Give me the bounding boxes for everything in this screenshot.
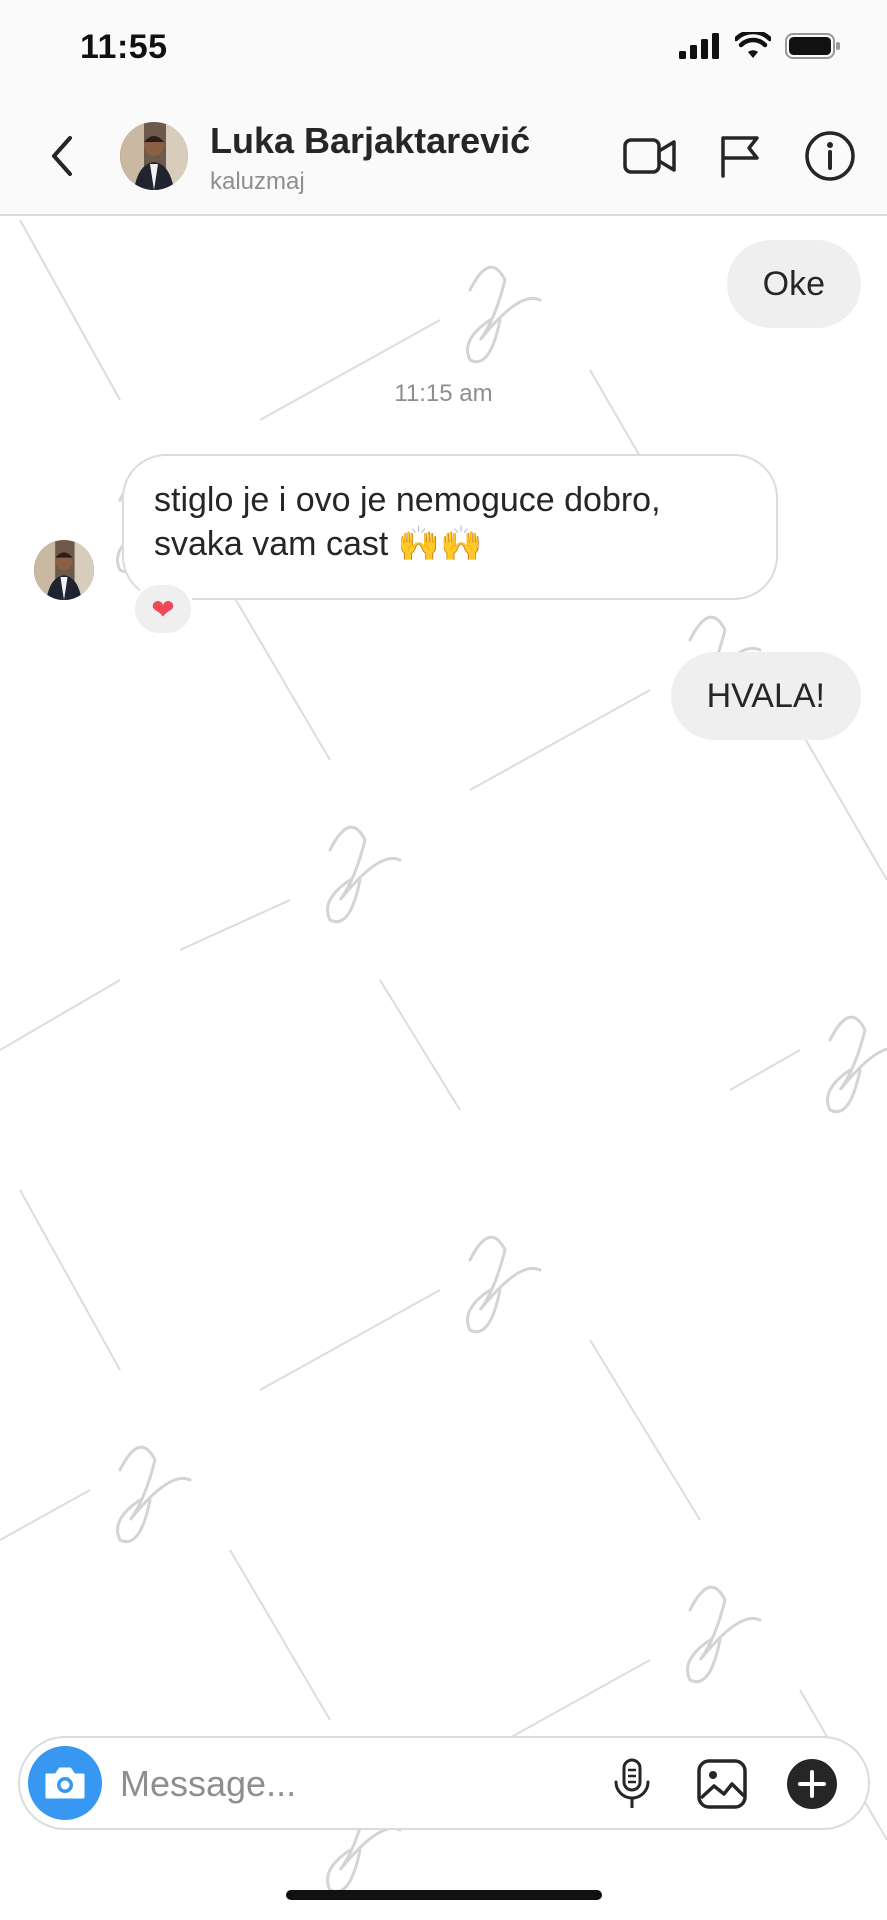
more-options-button[interactable]: [784, 1756, 840, 1812]
video-call-button[interactable]: [623, 128, 677, 184]
signal-icon: [679, 33, 719, 59]
back-button[interactable]: [40, 130, 84, 182]
avatar[interactable]: [120, 122, 188, 190]
microphone-icon: [614, 1758, 650, 1808]
chevron-left-icon: [52, 136, 72, 176]
camera-icon: [45, 1767, 85, 1799]
message-outgoing[interactable]: Oke: [726, 240, 861, 328]
message-text: HVALA!: [706, 677, 825, 715]
voice-message-button[interactable]: [604, 1756, 660, 1812]
message-thread: Oke 11:15 am stiglo je i ovo je nemoguce…: [0, 218, 887, 1718]
message-incoming[interactable]: stiglo je i ovo je nemoguce dobro, svaka…: [122, 454, 778, 600]
gallery-button[interactable]: [694, 1756, 750, 1812]
status-time: 11:55: [80, 28, 168, 66]
message-text-line: stiglo je i ovo je nemoguce dobro,: [154, 481, 661, 519]
plus-circle-icon: [787, 1759, 837, 1809]
image-icon: [697, 1759, 747, 1809]
sender-avatar[interactable]: [34, 540, 94, 600]
heart-icon: ❤: [151, 593, 175, 625]
header-actions: [623, 128, 857, 184]
profile-photo: [120, 122, 188, 190]
contact-username: kaluzmaj: [210, 168, 305, 195]
status-icons: [679, 32, 841, 60]
battery-icon: [785, 33, 840, 59]
status-bar: 11:55: [0, 0, 887, 96]
timestamp: 11:15 am: [394, 380, 493, 407]
message-input[interactable]: [120, 1752, 600, 1816]
wifi-icon: [735, 32, 771, 58]
home-indicator[interactable]: [286, 1890, 602, 1900]
contact-name[interactable]: Luka Barjaktarević: [210, 120, 530, 162]
message-text-line: svaka vam cast 🙌🙌: [154, 525, 483, 563]
camera-button[interactable]: [28, 1746, 102, 1820]
reaction-badge[interactable]: ❤: [132, 582, 194, 636]
chat-header: Luka Barjaktarević kaluzmaj: [0, 96, 887, 216]
message-text: Oke: [762, 265, 825, 303]
flag-icon: [721, 136, 759, 178]
info-button[interactable]: [803, 128, 857, 184]
message-outgoing[interactable]: HVALA!: [670, 652, 861, 740]
info-icon: [805, 131, 855, 181]
profile-photo: [34, 540, 94, 600]
message-composer: [18, 1736, 870, 1830]
report-button[interactable]: [713, 128, 767, 184]
video-camera-icon: [623, 138, 676, 174]
composer-icons: [604, 1756, 840, 1812]
